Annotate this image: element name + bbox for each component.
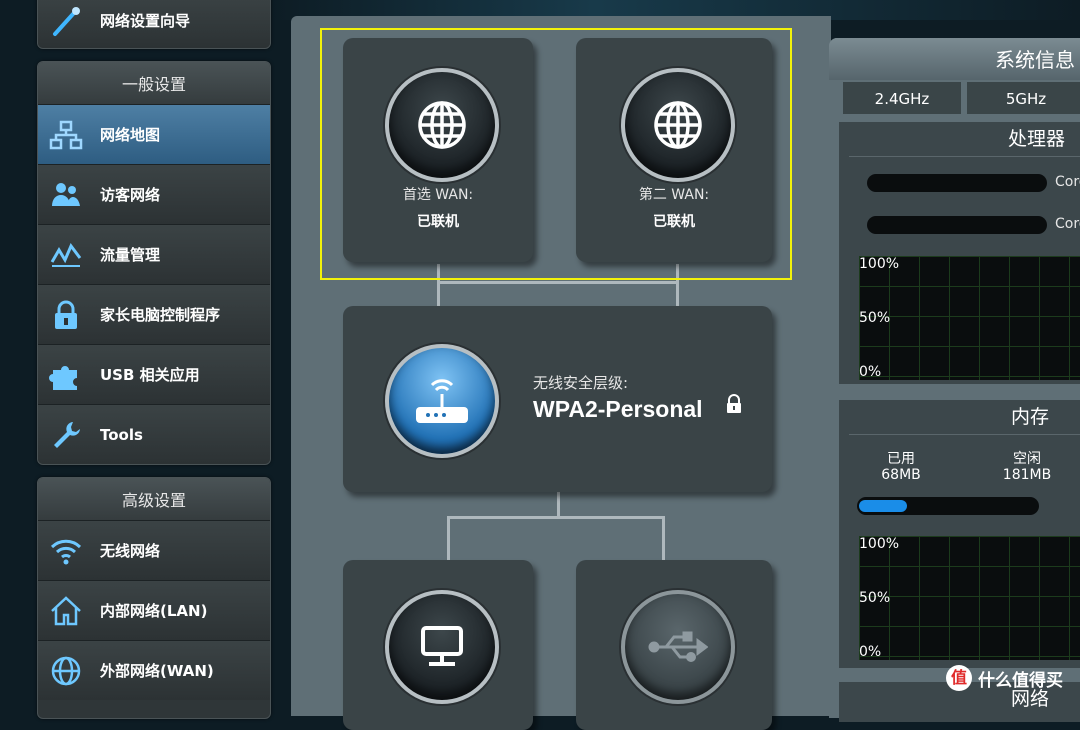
sidebar-item-wan[interactable]: 外部网络(WAN) <box>38 640 270 700</box>
lock-icon <box>725 394 743 418</box>
home-icon <box>48 593 84 629</box>
sidebar-item-label: 无线网络 <box>100 542 161 560</box>
wireless-security-value: WPA2-Personal <box>533 396 703 422</box>
connector-line <box>447 516 450 560</box>
system-info-title: 系统信息 <box>829 38 1080 80</box>
usb-icon <box>648 631 708 662</box>
connector-line <box>662 516 665 560</box>
globe-icon <box>48 653 84 689</box>
monitor-icon <box>421 626 463 666</box>
sidebar-item-label: 内部网络(LAN) <box>100 602 208 620</box>
connector-line <box>557 492 560 518</box>
cpu-section: 处理器 Core Core 100% 50% 0% <box>839 122 1080 384</box>
cpu-core-label: Core <box>1055 174 1080 190</box>
sidebar-item-label: 流量管理 <box>100 246 161 264</box>
sidebar-item-usb-applications[interactable]: USB 相关应用 <box>38 344 270 404</box>
parental-control-lock-icon <box>48 297 84 333</box>
network-map-icon <box>48 117 84 153</box>
graph-tick-label: 50% <box>859 590 891 606</box>
sidebar-item-label: Tools <box>100 425 143 444</box>
general-settings-box: 一般设置 网络地图 访客网络 流量管理 家长电脑控制程序 USB 相关应用 To <box>37 61 271 465</box>
router-status-circle[interactable] <box>385 344 499 458</box>
router-icon <box>416 379 468 423</box>
memory-title: 内存 <box>849 400 1080 435</box>
sidebar-item-traffic-manager[interactable]: 流量管理 <box>38 224 270 284</box>
setup-wizard-button[interactable]: 网络设置向导 <box>38 0 270 48</box>
cpu-usage-graph: 100% 50% 0% <box>859 256 1080 380</box>
wireless-security-label: 无线安全层级: <box>533 374 629 392</box>
sidebar-item-network-map[interactable]: 网络地图 <box>38 104 270 164</box>
graph-tick-label: 0% <box>859 644 882 660</box>
sidebar-item-parental-control[interactable]: 家长电脑控制程序 <box>38 284 270 344</box>
usb-puzzle-icon <box>48 357 84 393</box>
memory-usage-fill <box>859 500 907 512</box>
memory-free-value: 181MB <box>1002 467 1052 483</box>
watermark: 值 什么值得买 <box>946 663 1063 693</box>
cpu-core-bar <box>867 174 1047 192</box>
advanced-settings-box: 高级设置 无线网络 内部网络(LAN) 外部网络(WAN) <box>37 477 271 719</box>
tab-5ghz[interactable]: 5GHz <box>967 82 1080 114</box>
magic-wand-icon <box>48 3 84 39</box>
memory-usage-graph: 100% 50% 0% <box>859 536 1080 660</box>
cpu-core-bar <box>867 216 1047 234</box>
setup-wizard-box: 网络设置向导 <box>37 0 271 49</box>
usb-circle[interactable] <box>621 590 735 704</box>
traffic-manager-icon <box>48 237 84 273</box>
memory-free-label: 空闲 <box>1013 451 1041 467</box>
sidebar-item-label: 网络地图 <box>100 126 161 144</box>
graph-tick-label: 100% <box>859 256 900 272</box>
graph-tick-label: 0% <box>859 364 882 380</box>
system-info-panel: 系统信息 2.4GHz 5GHz 处理器 Core Core 100% 50% … <box>829 38 1080 722</box>
connector-line <box>447 516 665 519</box>
sidebar-item-guest-network[interactable]: 访客网络 <box>38 164 270 224</box>
guest-network-icon <box>48 177 84 213</box>
graph-tick-label: 50% <box>859 310 891 326</box>
advanced-settings-title: 高级设置 <box>38 478 270 520</box>
router-card[interactable]: 无线安全层级: WPA2-Personal <box>343 306 772 492</box>
memory-used-value: 68MB <box>881 467 921 483</box>
general-settings-title: 一般设置 <box>38 62 270 104</box>
cpu-core-label: Core <box>1055 216 1080 232</box>
watermark-text: 什么值得买 <box>978 670 1063 691</box>
sidebar-item-label: 家长电脑控制程序 <box>100 306 221 324</box>
setup-wizard-label: 网络设置向导 <box>100 12 191 30</box>
sidebar-item-wireless[interactable]: 无线网络 <box>38 520 270 580</box>
clients-card[interactable] <box>343 560 533 730</box>
graph-tick-label: 100% <box>859 536 900 552</box>
sidebar-item-label: USB 相关应用 <box>100 366 200 384</box>
memory-usage-bar <box>857 497 1039 515</box>
memory-used-label: 已用 <box>887 451 915 467</box>
wifi-icon <box>48 533 84 569</box>
wan-highlight-frame <box>320 28 792 280</box>
connector-line <box>437 281 679 284</box>
cpu-title: 处理器 <box>849 122 1080 157</box>
wrench-icon <box>48 417 84 453</box>
band-tabs: 2.4GHz 5GHz <box>843 82 1080 114</box>
watermark-badge: 值 <box>946 665 972 691</box>
clients-circle[interactable] <box>385 590 499 704</box>
usb-device-card[interactable] <box>576 560 772 730</box>
sidebar-item-lan[interactable]: 内部网络(LAN) <box>38 580 270 640</box>
tab-2-4ghz[interactable]: 2.4GHz <box>843 82 961 114</box>
sidebar-item-label: 外部网络(WAN) <box>100 662 214 680</box>
sidebar-item-label: 访客网络 <box>100 186 161 204</box>
memory-section: 内存 已用 68MB 空闲 181MB 100% 50% 0% <box>839 400 1080 668</box>
sidebar-item-tools[interactable]: Tools <box>38 404 270 464</box>
